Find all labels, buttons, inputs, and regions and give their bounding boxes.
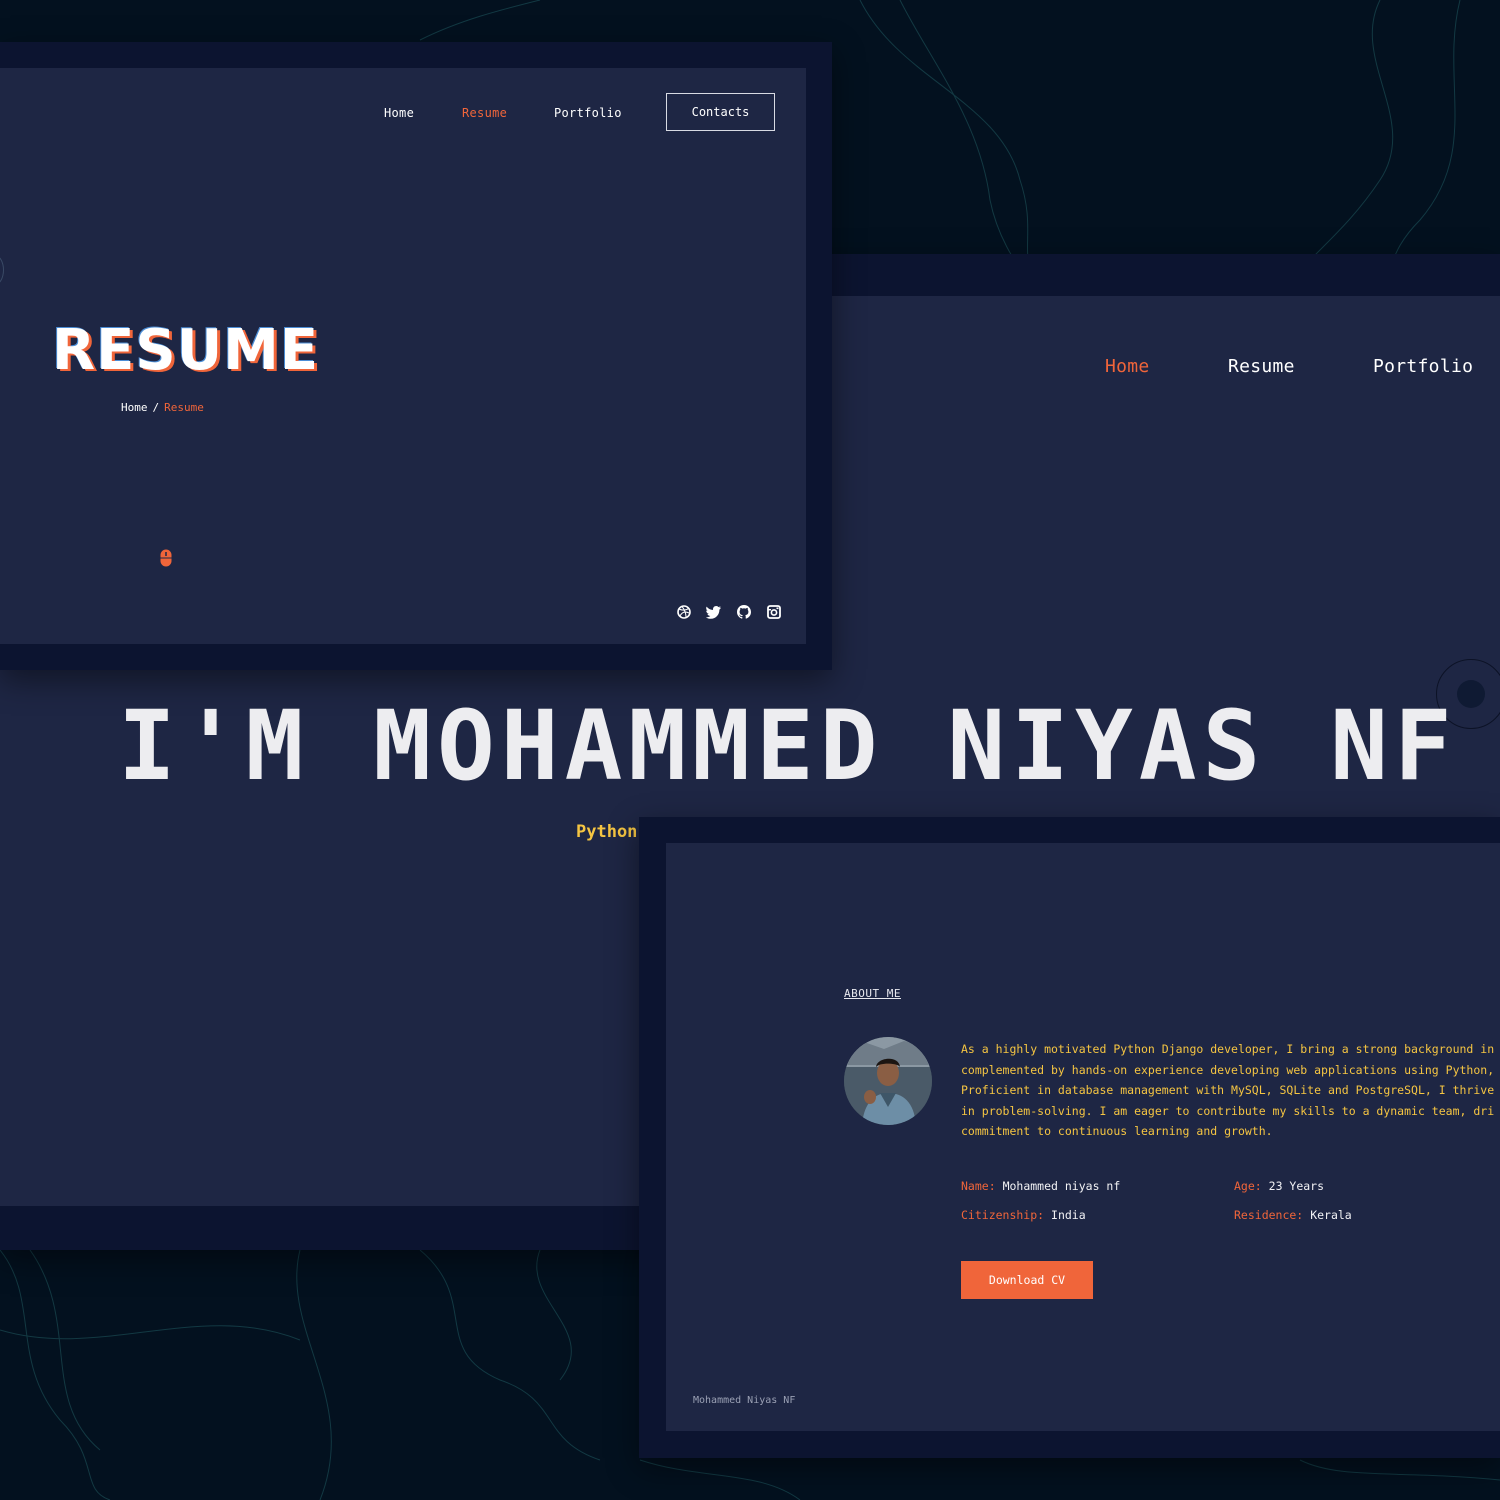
about-line: Proficient in database management with M… [961,1083,1495,1098]
resume-screen-frame: Home Resume Portfolio Contacts RESUME Ho… [0,42,832,670]
about-screen: ABOUT ME As a highly motivated Python Dj… [666,843,1500,1431]
hero-subtitle: Python [576,822,638,842]
info-residence-key: Residence: [1234,1208,1304,1222]
breadcrumb-current: Resume [164,401,204,414]
nav-resume[interactable]: Resume [462,106,507,120]
info-name: Name: Mohammed niyas nf [961,1179,1120,1193]
info-citizenship-key: Citizenship: [961,1208,1045,1222]
contacts-button[interactable]: Contacts [666,93,775,131]
info-citizenship: Citizenship: India [961,1208,1086,1222]
nav-portfolio[interactable]: Portfolio [1373,356,1473,377]
about-line: commitment to continuous learning and gr… [961,1124,1273,1139]
info-age-value: 23 Years [1268,1179,1325,1193]
download-cv-button[interactable]: Download CV [961,1261,1093,1299]
mouse-scroll-icon[interactable] [160,549,172,567]
info-name-value: Mohammed niyas nf [1002,1179,1121,1193]
about-line: in problem-solving. I am eager to contri… [961,1103,1495,1118]
about-line: complemented by hands-on experience deve… [961,1062,1495,1077]
breadcrumb: Home / Resume [121,401,204,414]
nav-home[interactable]: Home [384,106,414,120]
nav-home[interactable]: Home [1105,356,1150,377]
instagram-icon[interactable] [766,604,782,620]
page-title: RESUME [52,318,320,383]
about-section-label: ABOUT ME [844,987,901,1000]
resume-screen: Home Resume Portfolio Contacts RESUME Ho… [0,68,806,644]
breadcrumb-separator: / [152,401,160,414]
dribbble-icon[interactable] [676,604,692,620]
footer-name: Mohammed Niyas NF [693,1395,796,1406]
nav-resume[interactable]: Resume [1228,356,1295,377]
info-citizenship-value: India [1051,1208,1086,1222]
nav-portfolio[interactable]: Portfolio [554,106,622,120]
breadcrumb-home[interactable]: Home [121,401,148,414]
info-age: Age: 23 Years [1234,1179,1324,1193]
profile-avatar [844,1037,932,1125]
about-line: As a highly motivated Python Django deve… [961,1042,1495,1056]
about-screen-frame: ABOUT ME As a highly motivated Python Dj… [639,817,1500,1458]
info-residence-value: Kerala [1310,1208,1352,1222]
info-age-key: Age: [1234,1179,1262,1193]
hero-heading: I'M MOHAMMED NIYAS NF [118,690,1458,802]
twitter-icon[interactable] [706,604,722,620]
info-residence: Residence: Kerala [1234,1208,1352,1222]
info-name-key: Name: [961,1179,996,1193]
github-icon[interactable] [736,604,752,620]
about-paragraph: As a highly motivated Python Django deve… [961,1039,1500,1142]
scroll-dot-icon [1457,680,1485,708]
